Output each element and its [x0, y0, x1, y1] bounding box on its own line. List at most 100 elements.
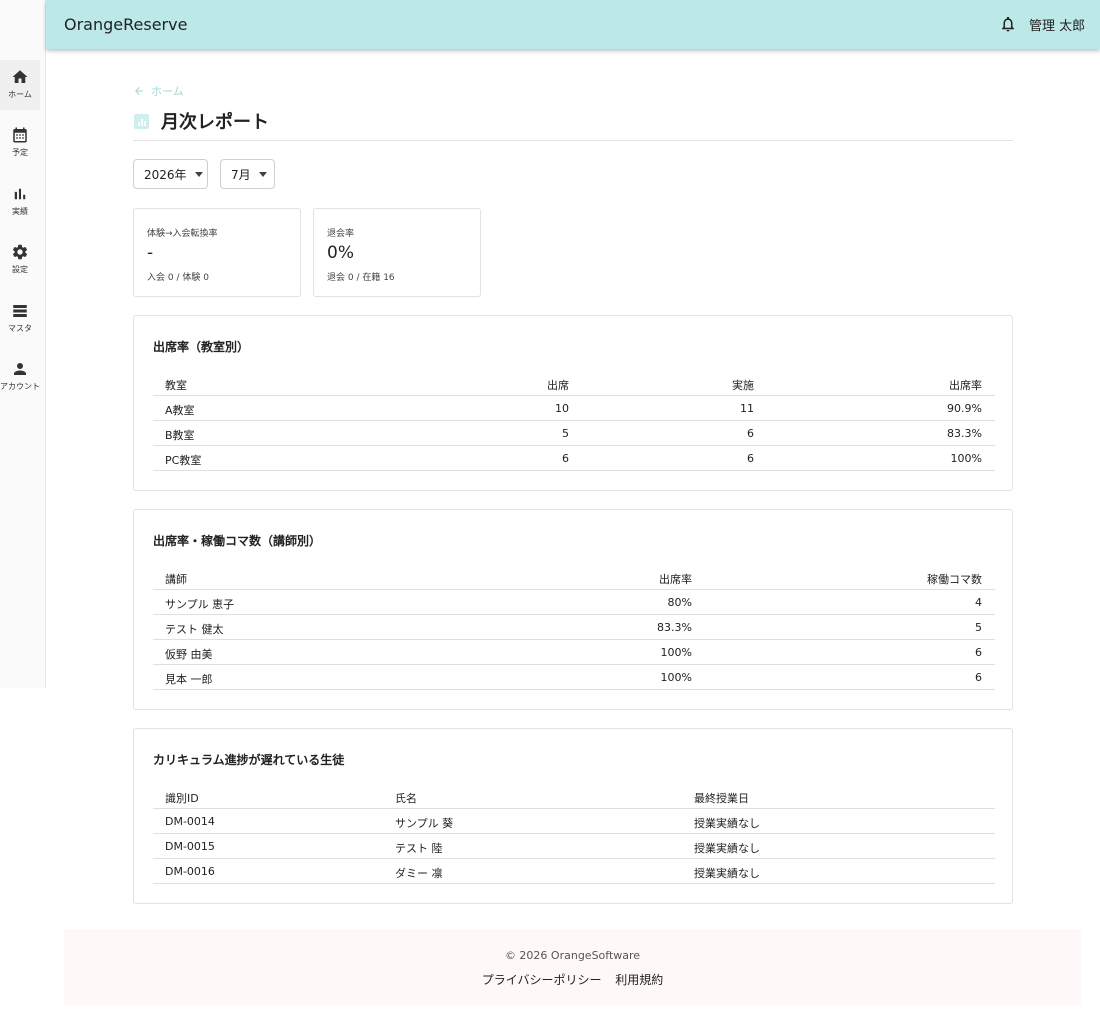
column-header: 出席率 — [949, 379, 982, 392]
app-header: OrangeReserve 管理 太郎 — [46, 0, 1100, 49]
table-row: サンプル 恵子 80% 4 — [153, 590, 995, 615]
card-title: 出席率・稼働コマ数（講師別） — [153, 534, 322, 548]
table-row: A教室 10 11 90.9% — [153, 396, 995, 421]
app-brand[interactable]: OrangeReserve — [64, 15, 187, 34]
table-row: B教室 5 6 83.3% — [153, 421, 995, 446]
table-cell: 10 — [555, 402, 569, 415]
gear-icon — [13, 244, 28, 260]
table-cell: 仮野 由美 — [165, 648, 213, 661]
sidebar-item-label: マスタ — [8, 324, 32, 333]
table-cell: A教室 — [165, 404, 195, 417]
table-cell: 6 — [747, 452, 754, 465]
user-menu[interactable]: 管理 太郎 — [1029, 15, 1085, 34]
sidebar-item-schedule[interactable]: 予定 — [0, 126, 40, 158]
table-cell: PC教室 — [165, 454, 202, 467]
attendance-by-teacher-card: 出席率・稼働コマ数（講師別） 講師 出席率 稼働コマ数 サンプル 恵子 80% … — [133, 509, 1013, 710]
list-icon — [13, 305, 27, 317]
table-cell: 100% — [660, 671, 692, 684]
table-cell: サンプル 葵 — [395, 817, 454, 830]
table-row: PC教室 6 6 100% — [153, 446, 995, 471]
year-select[interactable]: 2026年 — [133, 159, 208, 189]
sidebar-item-settings[interactable]: 設定 — [0, 243, 40, 275]
column-header: 実施 — [732, 379, 754, 392]
table-cell: 6 — [562, 452, 569, 465]
table-cell: DM-0015 — [165, 840, 215, 853]
delayed-students-table: 識別ID 氏名 最終授業日 DM-0014 サンプル 葵 授業実績なし DM-0… — [153, 784, 995, 884]
withdrawal-rate-card: 退会率 0% 退会 0 / 在籍 16 — [313, 208, 481, 297]
bar-chart-icon — [14, 188, 26, 200]
sidebar-item-label: アカウント — [0, 382, 40, 391]
table-cell: 90.9% — [947, 402, 982, 415]
sidebar-item-label: 実績 — [12, 207, 28, 216]
sidebar-item-results[interactable]: 実績 — [0, 185, 40, 217]
table-row: DM-0014 サンプル 葵 授業実績なし — [153, 809, 995, 834]
chevron-down-icon — [258, 171, 267, 177]
copyright: © 2026 OrangeSoftware — [504, 949, 641, 962]
table-cell: 授業実績なし — [694, 817, 760, 830]
breadcrumb[interactable]: ホーム — [133, 83, 184, 99]
table-cell: サンプル 恵子 — [165, 598, 235, 611]
bell-icon[interactable] — [999, 15, 1017, 33]
table-cell: 83.3% — [947, 427, 982, 440]
breadcrumb-home-link[interactable]: ホーム — [151, 83, 184, 99]
table-cell: 6 — [975, 671, 982, 684]
column-header: 出席 — [547, 379, 569, 392]
month-select-value: 7月 — [231, 167, 251, 182]
table-cell: 80% — [667, 596, 692, 609]
table-cell: DM-0016 — [165, 865, 215, 878]
table-cell: B教室 — [165, 429, 195, 442]
table-cell: テスト 陸 — [395, 842, 443, 855]
terms-link[interactable]: 利用規約 — [615, 973, 663, 987]
delayed-students-card: カリキュラム進捗が遅れている生徒 識別ID 氏名 最終授業日 DM-0014 サ… — [133, 728, 1013, 904]
arrow-back-icon — [135, 87, 143, 95]
sidebar-item-label: 予定 — [12, 148, 28, 157]
column-header: 教室 — [165, 379, 187, 392]
card-title: 出席率（教室別） — [153, 340, 250, 354]
conversion-rate-card: 体験→入会転換率 - 入会 0 / 体験 0 — [133, 208, 301, 297]
column-header: 講師 — [165, 573, 187, 586]
table-row: DM-0015 テスト 陸 授業実績なし — [153, 834, 995, 859]
table-cell: 5 — [975, 621, 982, 634]
sidebar-item-account[interactable]: アカウント — [0, 360, 40, 392]
table-header: 講師 出席率 稼働コマ数 — [153, 565, 995, 590]
table-cell: 83.3% — [657, 621, 692, 634]
table-cell: 11 — [740, 402, 754, 415]
attendance-by-room-card: 出席率（教室別） 教室 出席 実施 出席率 A教室 10 11 90.9% B教… — [133, 315, 1013, 491]
column-header: 識別ID — [165, 792, 199, 805]
column-header: 氏名 — [395, 792, 417, 805]
sidebar: ホーム 予定 実績 設定 マスタ アカウント — [0, 0, 46, 688]
table-cell: テスト 健太 — [165, 623, 224, 636]
privacy-policy-link[interactable]: プライバシーポリシー — [482, 973, 602, 987]
page-footer: © 2026 OrangeSoftware プライバシーポリシー 利用規約 — [64, 929, 1081, 1006]
home-icon — [12, 70, 28, 83]
person-icon — [14, 363, 26, 375]
table-cell: 授業実績なし — [694, 842, 760, 855]
stat-sub: 入会 0 / 体験 0 — [147, 273, 209, 283]
table-cell: 4 — [975, 596, 982, 609]
table-cell: 5 — [562, 427, 569, 440]
stat-label: 体験→入会転換率 — [147, 229, 218, 239]
title-divider — [133, 140, 1013, 141]
column-header: 最終授業日 — [694, 792, 749, 805]
stat-sub: 退会 0 / 在籍 16 — [327, 273, 395, 283]
table-header: 識別ID 氏名 最終授業日 — [153, 784, 995, 809]
sidebar-item-label: ホーム — [8, 90, 32, 99]
table-cell: 6 — [747, 427, 754, 440]
table-cell: DM-0014 — [165, 815, 215, 828]
page-title: 月次レポート — [161, 112, 269, 133]
stat-label: 退会率 — [327, 229, 355, 239]
column-header: 稼働コマ数 — [927, 573, 982, 586]
table-cell: ダミー 凛 — [395, 867, 443, 880]
month-select[interactable]: 7月 — [220, 159, 275, 189]
sidebar-item-master[interactable]: マスタ — [0, 302, 40, 334]
table-cell: 100% — [660, 646, 692, 659]
footer-links: プライバシーポリシー 利用規約 — [64, 971, 1081, 988]
sidebar-item-label: 設定 — [12, 265, 28, 274]
sidebar-item-home[interactable]: ホーム — [0, 60, 40, 110]
stat-value: - — [147, 243, 154, 263]
table-header: 教室 出席 実施 出席率 — [153, 371, 995, 396]
report-icon — [134, 113, 149, 129]
stat-value: 0% — [327, 243, 354, 263]
chevron-down-icon — [194, 171, 203, 177]
table-row: DM-0016 ダミー 凛 授業実績なし — [153, 859, 995, 884]
